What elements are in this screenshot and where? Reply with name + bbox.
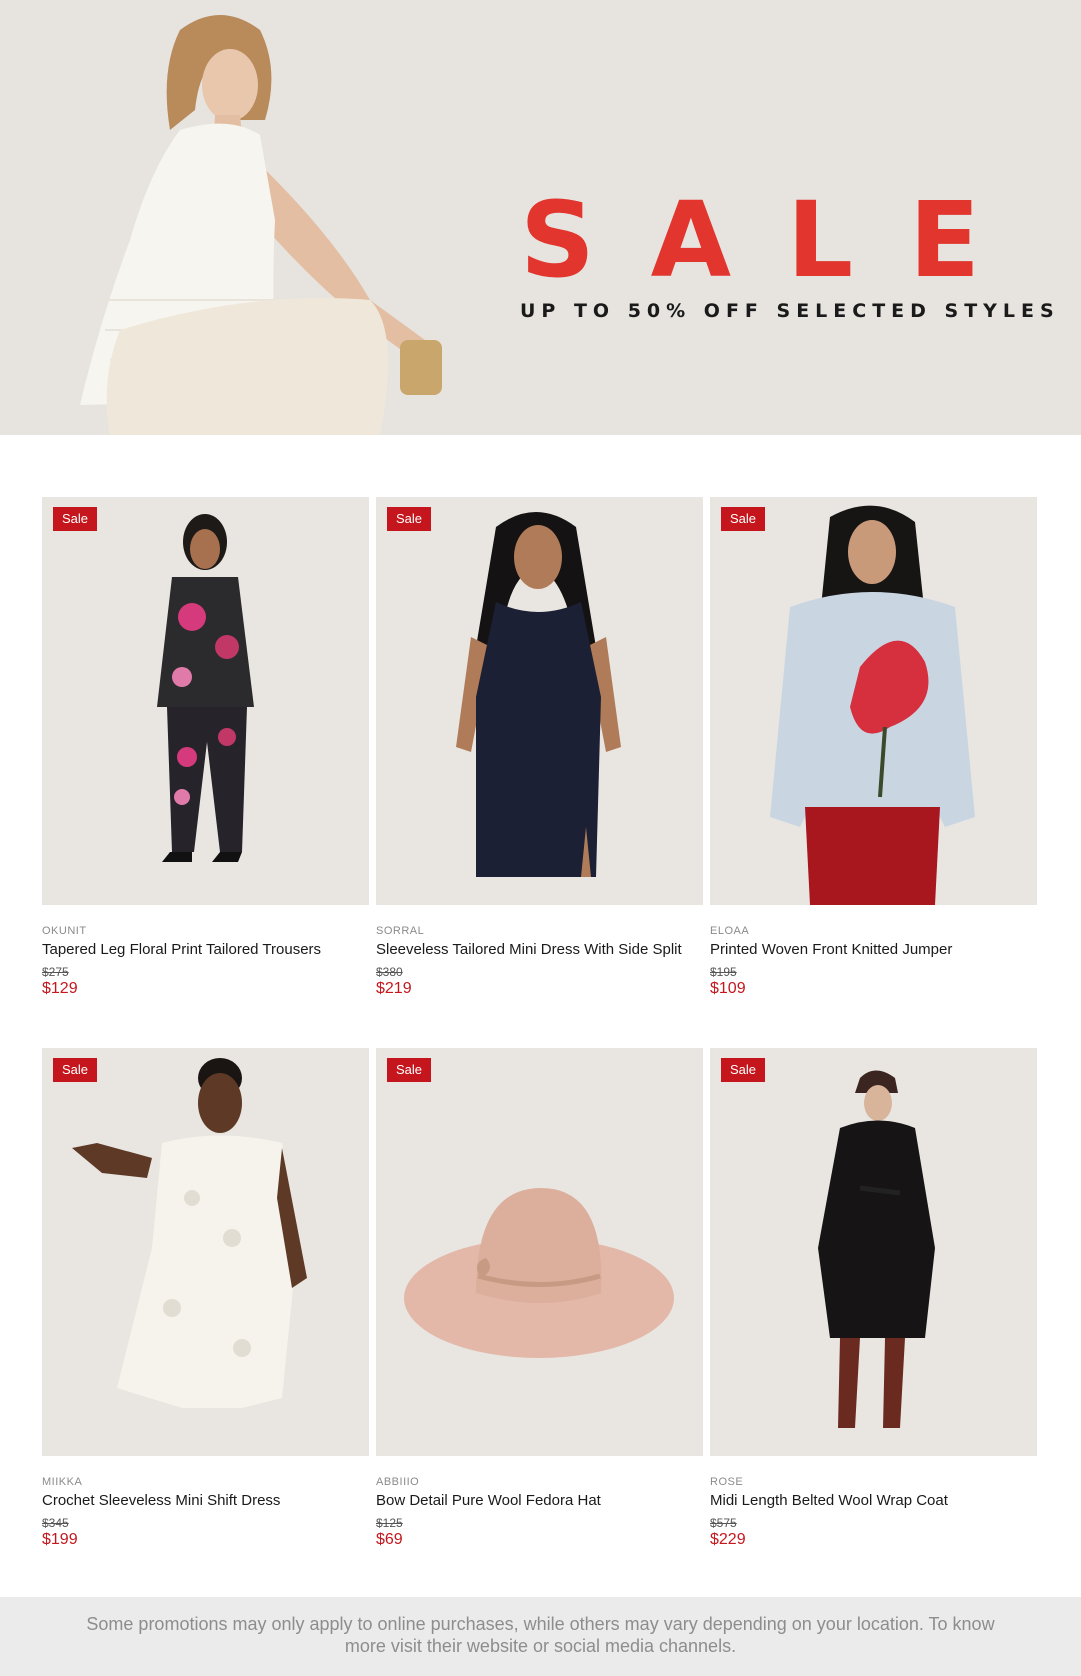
original-price: $195 (710, 965, 737, 979)
woman-black-coat-image (818, 1070, 935, 1428)
sale-price: $219 (376, 980, 412, 997)
product-name[interactable]: Bow Detail Pure Wool Fedora Hat (376, 1492, 706, 1509)
product-card[interactable]: Sale MIIKKA Crochet Sleeveless Mini Shif… (42, 1048, 369, 1568)
sale-price: $199 (42, 1531, 78, 1548)
product-image[interactable]: Sale (710, 1048, 1037, 1456)
sale-price: $69 (376, 1531, 403, 1548)
sale-badge: Sale (721, 1058, 766, 1082)
sale-price: $229 (710, 1531, 746, 1548)
product-card[interactable]: Sale ROSE Midi Length Belted Wool Wrap C… (710, 1048, 1037, 1568)
sale-badge: Sale (721, 507, 766, 531)
sale-badge: Sale (387, 507, 432, 531)
sale-heading: S A L E (520, 188, 980, 292)
sale-letter: A (650, 179, 732, 301)
product-name[interactable]: Midi Length Belted Wool Wrap Coat (710, 1492, 1040, 1509)
sale-price: $109 (710, 980, 746, 997)
product-brand: MIIKKA (42, 1476, 83, 1488)
product-image[interactable]: Sale (42, 497, 369, 905)
disclaimer-text: Some promotions may only apply to online… (86, 1614, 995, 1656)
woman-flower-jumper-image (770, 505, 975, 905)
sale-letter: S (520, 179, 595, 301)
product-card[interactable]: Sale ABBIIIO Bow Detail Pure Wool Fedora… (376, 1048, 703, 1568)
sale-price: $129 (42, 980, 78, 997)
product-brand: OKUNIT (42, 925, 87, 937)
original-price: $345 (42, 1516, 69, 1530)
woman-navy-dress-image (456, 512, 621, 877)
original-price: $125 (376, 1516, 403, 1530)
product-image[interactable]: Sale (710, 497, 1037, 905)
sale-badge: Sale (53, 507, 98, 531)
sale-subtitle: UP TO 50% OFF SELECTED STYLES (520, 300, 1060, 322)
original-price: $275 (42, 965, 69, 979)
product-name[interactable]: Tapered Leg Floral Print Tailored Trouse… (42, 941, 372, 958)
pink-fedora-hat-image (404, 1188, 674, 1358)
product-brand: ELOAA (710, 925, 750, 937)
product-name[interactable]: Printed Woven Front Knitted Jumper (710, 941, 1040, 958)
woman-floral-suit-image (157, 514, 254, 862)
sale-badge: Sale (53, 1058, 98, 1082)
hero-banner[interactable]: S A L E UP TO 50% OFF SELECTED STYLES (0, 0, 1081, 435)
product-card[interactable]: Sale SORRAL Sleeveless Tailored Mini Dre… (376, 497, 703, 1017)
product-image[interactable]: Sale (42, 1048, 369, 1456)
original-price: $575 (710, 1516, 737, 1530)
promo-disclaimer: Some promotions may only apply to online… (0, 1597, 1081, 1676)
product-brand: ROSE (710, 1476, 744, 1488)
hero-model-image (80, 15, 442, 435)
product-name[interactable]: Sleeveless Tailored Mini Dress With Side… (376, 941, 706, 958)
woman-white-crochet-dress-image (72, 1058, 307, 1408)
sale-letter: E (908, 179, 980, 301)
product-name[interactable]: Crochet Sleeveless Mini Shift Dress (42, 1492, 372, 1509)
original-price: $380 (376, 965, 403, 979)
product-image[interactable]: Sale (376, 1048, 703, 1456)
product-card[interactable]: Sale ELOAA Printed Woven Front Knitted J… (710, 497, 1037, 1017)
product-image[interactable]: Sale (376, 497, 703, 905)
product-brand: ABBIIIO (376, 1476, 420, 1488)
sale-badge: Sale (387, 1058, 432, 1082)
product-card[interactable]: Sale OKUNIT Tapered Leg Floral Print Tai… (42, 497, 369, 1017)
sale-letter: L (786, 179, 854, 301)
product-brand: SORRAL (376, 925, 425, 937)
